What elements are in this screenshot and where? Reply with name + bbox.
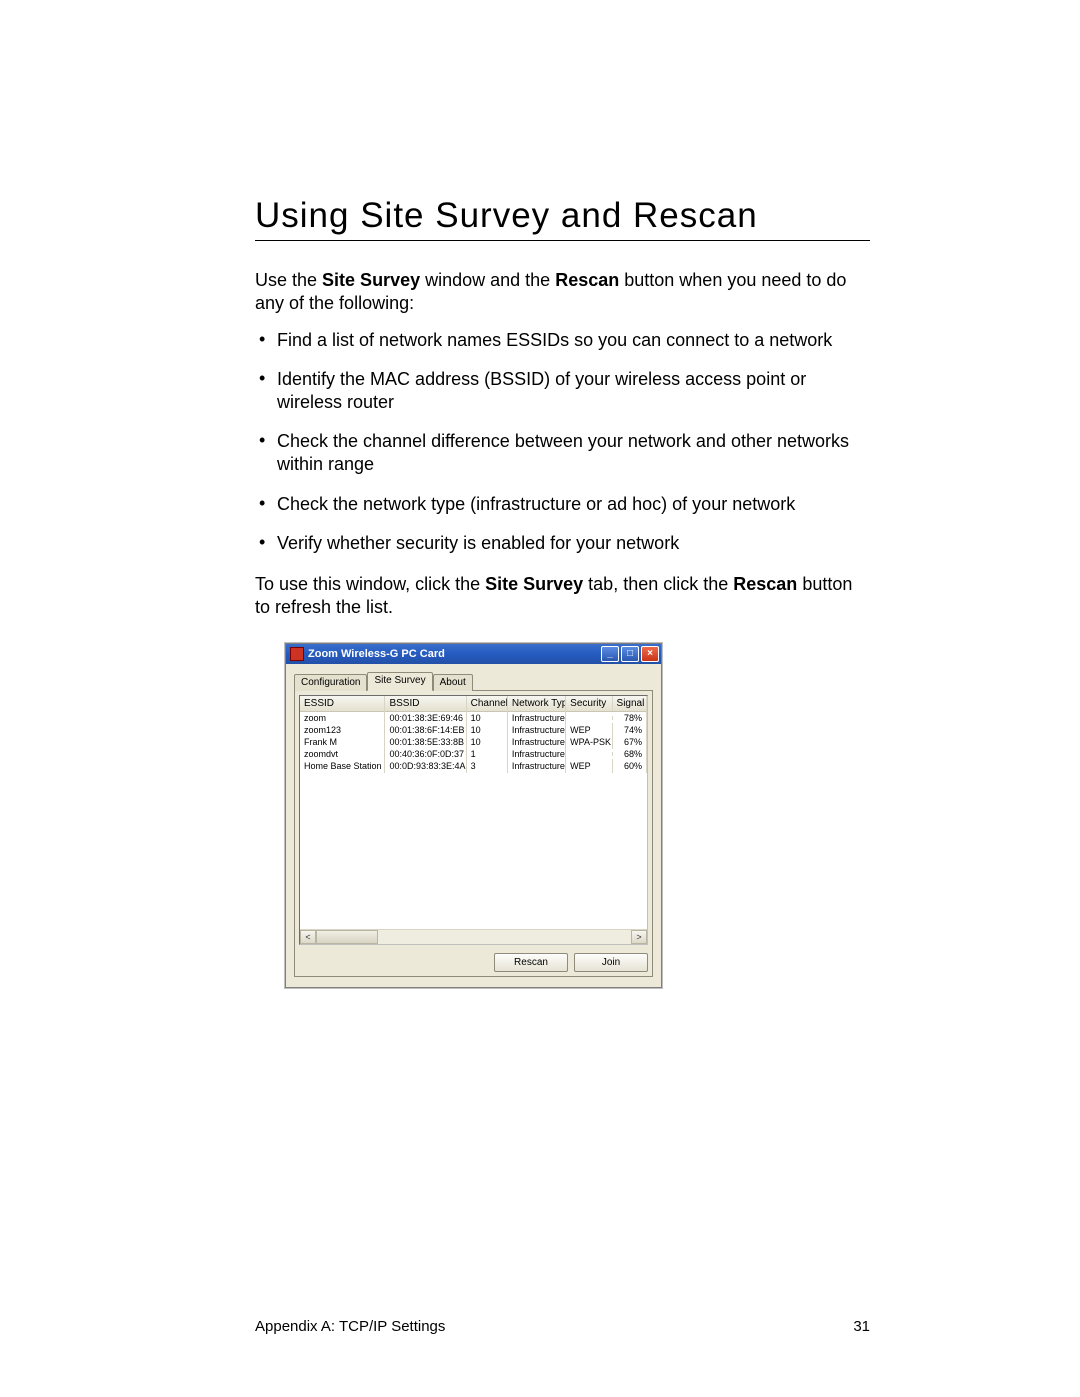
horizontal-scrollbar[interactable]: < > bbox=[300, 929, 647, 944]
app-icon bbox=[290, 647, 304, 661]
listview-header: ESSID BSSID Channel Network Type Securit… bbox=[300, 696, 647, 712]
body-text: Use the Site Survey window and the Resca… bbox=[255, 269, 870, 618]
col-network-type[interactable]: Network Type bbox=[508, 696, 566, 711]
cell-security bbox=[566, 752, 612, 756]
col-channel[interactable]: Channel bbox=[467, 696, 508, 711]
scroll-track[interactable] bbox=[316, 930, 631, 944]
cell-security bbox=[566, 716, 612, 720]
page-title: Using Site Survey and Rescan bbox=[255, 195, 870, 236]
tab-about[interactable]: About bbox=[433, 674, 473, 691]
intro-bold-2: Rescan bbox=[555, 270, 619, 290]
bullet-item: Find a list of network names ESSIDs so y… bbox=[255, 329, 870, 352]
maximize-button[interactable]: □ bbox=[621, 646, 639, 662]
tab-panel: ESSID BSSID Channel Network Type Securit… bbox=[294, 690, 653, 977]
bullet-list: Find a list of network names ESSIDs so y… bbox=[255, 329, 870, 554]
bullet-item: Check the channel difference between you… bbox=[255, 430, 870, 476]
listview-rows: zoom 00:01:38:3E:69:46 10 Infrastructure… bbox=[300, 712, 647, 772]
intro-bold-1: Site Survey bbox=[322, 270, 420, 290]
col-signal[interactable]: Signal bbox=[613, 696, 647, 711]
bullet-item: Verify whether security is enabled for y… bbox=[255, 532, 870, 555]
footer-left: Appendix A: TCP/IP Settings bbox=[255, 1318, 445, 1335]
network-listview[interactable]: ESSID BSSID Channel Network Type Securit… bbox=[299, 695, 648, 945]
cell-bssid: 00:0D:93:83:3E:4A bbox=[385, 759, 466, 773]
instruction-paragraph: To use this window, click the Site Surve… bbox=[255, 573, 870, 619]
col-bssid[interactable]: BSSID bbox=[385, 696, 466, 711]
cell-ntype: Infrastructure bbox=[508, 759, 566, 773]
instr-bold-1: Site Survey bbox=[485, 574, 583, 594]
cell-security: WEP bbox=[566, 759, 612, 773]
instr-mid: tab, then click the bbox=[583, 574, 733, 594]
cell-security: WPA-PSK bbox=[566, 735, 612, 749]
intro-paragraph: Use the Site Survey window and the Resca… bbox=[255, 269, 870, 315]
col-essid[interactable]: ESSID bbox=[300, 696, 385, 711]
instr-bold-2: Rescan bbox=[733, 574, 797, 594]
close-button[interactable]: × bbox=[641, 646, 659, 662]
bullet-item: Identify the MAC address (BSSID) of your… bbox=[255, 368, 870, 414]
tab-site-survey[interactable]: Site Survey bbox=[367, 672, 432, 691]
cell-signal: 60% bbox=[613, 759, 647, 773]
join-button[interactable]: Join bbox=[574, 953, 648, 972]
intro-pre: Use the bbox=[255, 270, 322, 290]
scroll-right-button[interactable]: > bbox=[631, 930, 647, 944]
scroll-thumb[interactable] bbox=[316, 930, 378, 944]
rescan-button[interactable]: Rescan bbox=[494, 953, 568, 972]
col-security[interactable]: Security bbox=[566, 696, 612, 711]
tab-bar: Configuration Site Survey About bbox=[294, 672, 653, 690]
tab-configuration[interactable]: Configuration bbox=[294, 674, 367, 691]
intro-mid: window and the bbox=[420, 270, 555, 290]
button-row: Rescan Join bbox=[299, 953, 648, 972]
cell-channel: 3 bbox=[467, 759, 508, 773]
minimize-button[interactable]: _ bbox=[601, 646, 619, 662]
scroll-left-button[interactable]: < bbox=[300, 930, 316, 944]
instr-pre: To use this window, click the bbox=[255, 574, 485, 594]
title-rule bbox=[255, 240, 870, 241]
cell-essid: Home Base Station bbox=[300, 759, 385, 773]
window-title: Zoom Wireless-G PC Card bbox=[308, 648, 599, 660]
page-footer: Appendix A: TCP/IP Settings 31 bbox=[255, 1318, 870, 1335]
window-titlebar[interactable]: Zoom Wireless-G PC Card _ □ × bbox=[286, 644, 661, 664]
site-survey-window: Zoom Wireless-G PC Card _ □ × Configurat… bbox=[285, 643, 662, 988]
table-row[interactable]: Home Base Station 00:0D:93:83:3E:4A 3 In… bbox=[300, 760, 647, 772]
footer-right: 31 bbox=[853, 1318, 870, 1335]
bullet-item: Check the network type (infrastructure o… bbox=[255, 493, 870, 516]
